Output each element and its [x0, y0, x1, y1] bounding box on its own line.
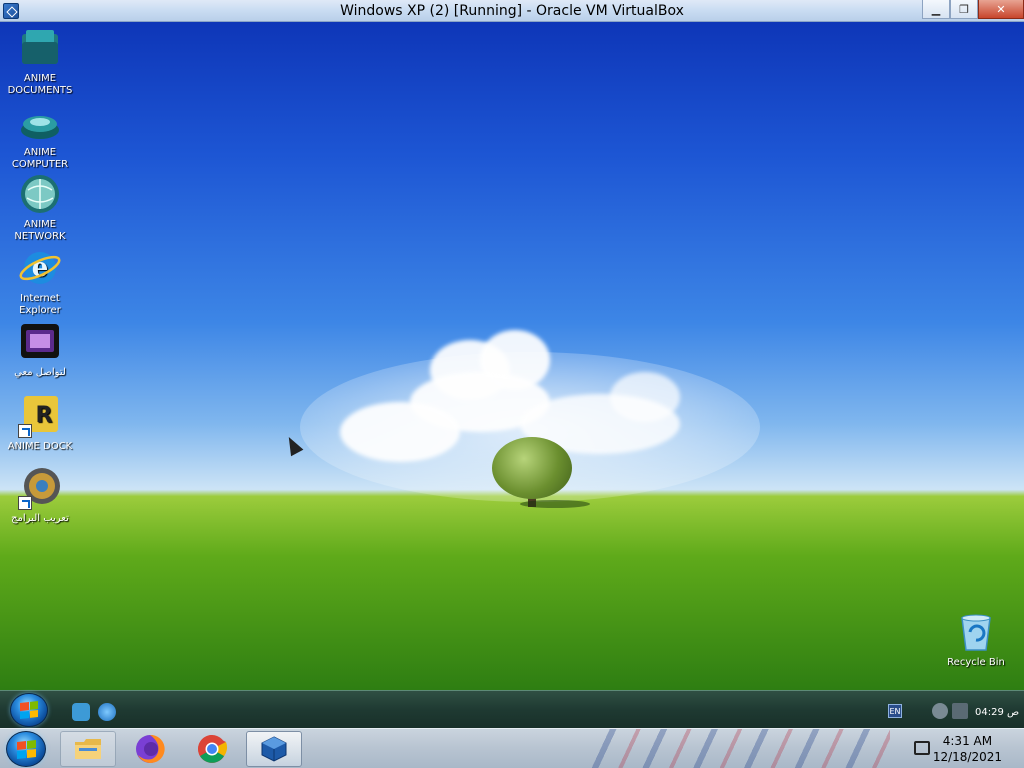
media-box-icon	[18, 320, 62, 364]
host-clock[interactable]: 4:31 AM 12/18/2021	[933, 733, 1002, 765]
folder-icon	[75, 739, 101, 759]
guest-clock[interactable]: 04:29 ص	[975, 707, 1019, 718]
host-clock-time: 4:31 AM	[942, 734, 993, 748]
windows-logo-icon	[20, 701, 38, 719]
language-indicator[interactable]: EN	[888, 704, 902, 718]
desktop-icon-label: Internet	[20, 293, 60, 304]
desktop-icon-anime-documents[interactable]: ANIME DOCUMENTS	[2, 26, 78, 97]
computer-icon	[18, 100, 62, 144]
taskbar-wallpaper-decoration	[590, 729, 890, 768]
taskbar-virtualbox[interactable]	[246, 731, 302, 767]
desktop-icon-internet-explorer[interactable]: e Internet Explorer	[2, 246, 78, 317]
shortcut-arrow-icon	[18, 496, 32, 510]
taskbar-file-explorer[interactable]	[60, 731, 116, 767]
guest-desktop[interactable]: ANIME DOCUMENTS ANIME COMPUTER ANIME NET…	[0, 22, 1024, 690]
mouse-cursor	[282, 433, 304, 457]
internet-explorer-icon: e	[18, 246, 62, 290]
firefox-icon	[136, 734, 165, 763]
shortcut-arrow-icon	[18, 424, 32, 438]
restore-button[interactable]: ❐	[950, 0, 978, 19]
host-window-title: Windows XP (2) [Running] - Oracle VM Vir…	[340, 3, 684, 19]
show-desktop-icon[interactable]	[72, 703, 90, 721]
desktop-icon-label: ANIME	[23, 219, 57, 230]
chrome-icon	[198, 735, 228, 763]
network-globe-icon	[18, 172, 62, 216]
desktop-icon-label: تعريب البرامج	[11, 513, 69, 524]
tree-shadow	[520, 500, 590, 508]
windows-logo-icon	[16, 739, 36, 759]
taskbar-chrome[interactable]	[184, 731, 240, 767]
anime-dock-icon: R	[18, 394, 62, 438]
svg-text:R: R	[36, 403, 53, 428]
desktop-icon-anime-dock[interactable]: R ANIME DOCK	[2, 394, 78, 453]
desktop-icon-anime-computer[interactable]: ANIME COMPUTER	[2, 100, 78, 171]
desktop-icon-label: Recycle Bin	[947, 657, 1005, 668]
minimize-button[interactable]: ▁	[922, 0, 950, 19]
guest-taskbar: EN 04:29 ص	[0, 690, 1024, 728]
desktop-icon-label: ANIME	[23, 147, 57, 158]
tree-canopy	[492, 437, 572, 499]
desktop-icon-label: NETWORK	[14, 231, 66, 242]
taskbar-firefox[interactable]	[122, 731, 178, 767]
window-controls: ▁ ❐ ✕	[922, 0, 1024, 20]
desktop-icon-label: ANIME DOCK	[7, 441, 73, 452]
desktop-icon-anime-network[interactable]: ANIME NETWORK	[2, 172, 78, 243]
host-clock-date: 12/18/2021	[932, 750, 1002, 764]
desktop-icon-label: COMPUTER	[11, 159, 69, 170]
folder-documents-icon	[18, 26, 62, 70]
virtualbox-icon	[261, 736, 287, 762]
desktop-icon-label: DOCUMENTS	[7, 85, 73, 96]
desktop-icon-recycle-bin[interactable]: Recycle Bin	[938, 610, 1014, 669]
arabize-programs-icon	[18, 466, 62, 510]
host-start-button[interactable]	[6, 731, 46, 767]
tray-app-icon[interactable]	[932, 703, 948, 719]
network-status-icon[interactable]	[914, 741, 930, 755]
desktop-icon-contact-me[interactable]: لتواصل معي	[2, 320, 78, 379]
host-window-titlebar[interactable]: Windows XP (2) [Running] - Oracle VM Vir…	[0, 0, 1024, 22]
desktop-icon-label: Explorer	[19, 305, 61, 316]
internet-explorer-quicklaunch-icon[interactable]	[98, 703, 116, 721]
close-button[interactable]: ✕	[978, 0, 1024, 19]
desktop-icon-label: لتواصل معي	[14, 367, 66, 378]
host-taskbar: 4:31 AM 12/18/2021	[0, 728, 1024, 768]
tray-network-icon[interactable]	[952, 703, 968, 719]
recycle-bin-icon	[954, 610, 998, 654]
cloud	[340, 402, 460, 462]
desktop-icon-arabize-programs[interactable]: تعريب البرامج	[2, 466, 78, 525]
guest-start-button[interactable]	[10, 693, 48, 727]
desktop-icon-label: ANIME	[23, 73, 57, 84]
